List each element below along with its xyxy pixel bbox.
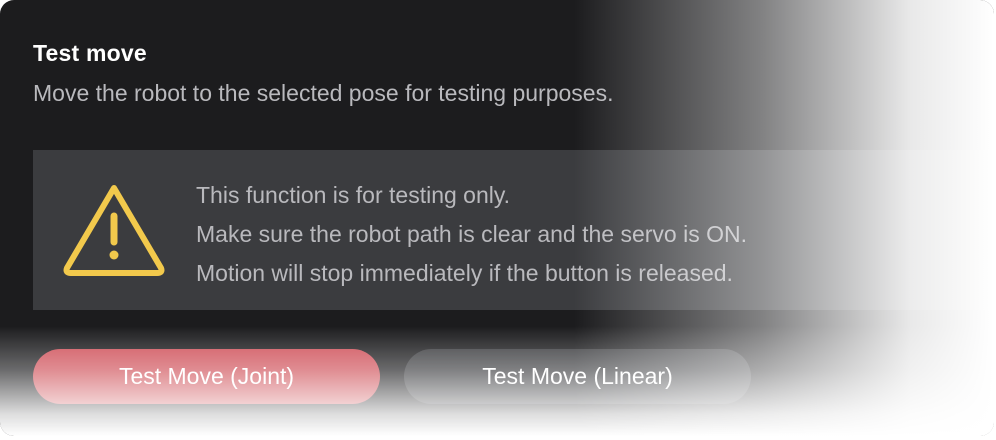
test-move-linear-label: Test Move (Linear) xyxy=(482,363,673,389)
warning-triangle-icon xyxy=(63,185,165,276)
test-move-linear-button[interactable]: Test Move (Linear) xyxy=(404,349,751,404)
warning-line: This function is for testing only. xyxy=(196,182,511,208)
test-move-panel: Test move Move the robot to the selected… xyxy=(0,0,994,436)
warning-box: This function is for testing only. Make … xyxy=(33,150,994,310)
section-title: Test move xyxy=(33,40,147,66)
warning-line: Make sure the robot path is clear and th… xyxy=(196,221,747,247)
test-move-joint-label: Test Move (Joint) xyxy=(118,363,295,389)
warning-line: Motion will stop immediately if the butt… xyxy=(196,260,733,286)
test-move-joint-button[interactable]: Test Move (Joint) xyxy=(33,349,380,404)
warning-text: This function is for testing only. Make … xyxy=(196,176,747,293)
section-description: Move the robot to the selected pose for … xyxy=(33,80,614,106)
